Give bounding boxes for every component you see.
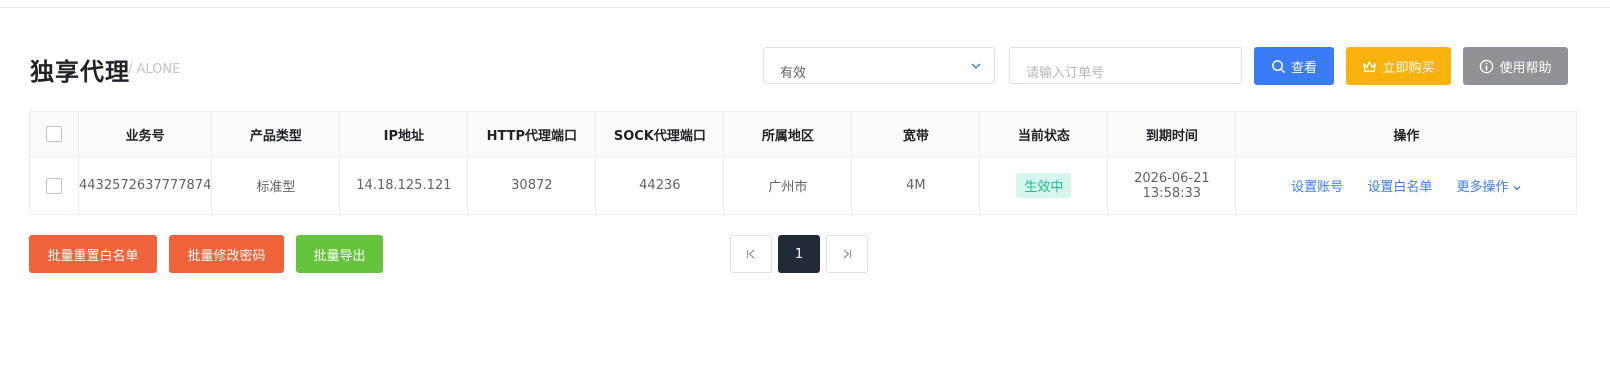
cell-region: 广州市 [723, 156, 853, 215]
col-ip: IP地址 [339, 111, 469, 157]
cell-status: 生效中 [979, 156, 1109, 215]
cell-order-no: 4432572637777874 [77, 156, 213, 215]
cell-actions: 设置账号 设置白名单 更多操作 [1235, 156, 1578, 215]
status-select[interactable]: 有效 [763, 47, 995, 84]
col-sock-port: SOCK代理端口 [595, 111, 725, 157]
last-page-button[interactable] [826, 235, 868, 273]
page-subtitle: / ALONE [128, 62, 181, 77]
search-icon [1272, 59, 1286, 73]
buy-now-button[interactable]: 立即购买 [1346, 47, 1451, 85]
col-order-no: 业务号 [77, 111, 213, 157]
crown-icon [1363, 60, 1377, 72]
select-all-cell [29, 111, 79, 157]
row-checkbox[interactable] [46, 177, 62, 194]
first-page-button[interactable] [730, 235, 772, 273]
search-button[interactable]: 查看 [1254, 47, 1334, 85]
set-account-link[interactable]: 设置账号 [1291, 180, 1343, 195]
col-http-port: HTTP代理端口 [467, 111, 597, 157]
col-expire: 到期时间 [1107, 111, 1237, 157]
table-header-row: 业务号 产品类型 IP地址 HTTP代理端口 SOCK代理端口 所属地区 宽带 … [29, 111, 1578, 157]
chevron-down-icon [971, 63, 981, 69]
cell-sock-port: 44236 [595, 156, 725, 215]
cell-http-port: 30872 [467, 156, 597, 215]
col-region: 所属地区 [723, 111, 853, 157]
col-status: 当前状态 [979, 111, 1109, 157]
top-divider [0, 7, 1610, 8]
status-badge: 生效中 [1016, 173, 1072, 198]
chevron-down-icon [1513, 185, 1520, 190]
row-select-cell [29, 156, 79, 215]
cell-expire: 2026-06-21 13:58:33 [1107, 156, 1237, 215]
help-label: 使用帮助 [1499, 60, 1552, 76]
cell-ip: 14.18.125.121 [339, 156, 469, 215]
more-actions-label: 更多操作 [1456, 180, 1509, 195]
col-actions: 操作 [1235, 111, 1578, 157]
info-icon [1480, 59, 1494, 73]
batch-change-password-button[interactable]: 批量修改密码 [169, 235, 284, 273]
select-all-checkbox[interactable] [46, 126, 62, 142]
cell-product-type: 标准型 [211, 156, 341, 215]
set-whitelist-link[interactable]: 设置白名单 [1367, 180, 1432, 195]
order-number-input[interactable]: 请输入订单号 [1009, 47, 1242, 84]
page-title: 独享代理 [30, 58, 130, 86]
last-page-icon [843, 249, 852, 259]
batch-reset-whitelist-button[interactable]: 批量重置白名单 [29, 235, 157, 273]
more-actions-dropdown[interactable]: 更多操作 [1456, 180, 1521, 195]
status-select-value: 有效 [780, 66, 807, 81]
search-button-label: 查看 [1290, 60, 1317, 76]
table-row: 4432572637777874 标准型 14.18.125.121 30872… [29, 156, 1578, 215]
batch-export-button[interactable]: 批量导出 [296, 235, 383, 273]
buy-now-label: 立即购买 [1382, 60, 1435, 76]
page-1-button[interactable]: 1 [778, 235, 820, 273]
order-number-placeholder: 请输入订单号 [1026, 66, 1105, 81]
col-bandwidth: 宽带 [851, 111, 981, 157]
help-button[interactable]: 使用帮助 [1463, 47, 1568, 85]
proxy-table: 业务号 产品类型 IP地址 HTTP代理端口 SOCK代理端口 所属地区 宽带 … [29, 111, 1578, 215]
col-product-type: 产品类型 [211, 111, 341, 157]
cell-bandwidth: 4M [851, 156, 981, 215]
first-page-icon [746, 249, 755, 259]
